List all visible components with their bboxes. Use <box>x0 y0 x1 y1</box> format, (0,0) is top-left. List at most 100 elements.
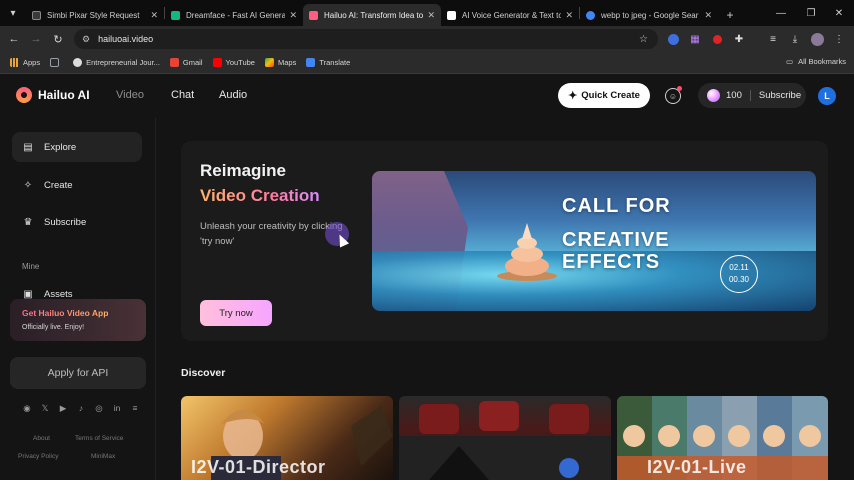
sidebar-item-label: Assets <box>44 288 73 300</box>
quick-create-button[interactable]: ✦ Quick Create <box>558 83 650 108</box>
app-header: Hailuo AI Video Chat Audio ✦ Quick Creat… <box>0 74 854 118</box>
youtube-icon[interactable]: ▶ <box>54 403 72 414</box>
tab-favicon <box>171 10 180 20</box>
extension-icon[interactable] <box>664 30 682 48</box>
close-window-icon[interactable]: ✕ <box>824 0 854 26</box>
discord-icon[interactable]: ◉ <box>18 403 36 414</box>
get-app-promo[interactable]: Get Hailuo Video App Officially live. En… <box>10 299 146 341</box>
social-links: ◉ 𝕏 ▶ ♪ ◎ in ≡ <box>18 403 144 414</box>
extensions-puzzle-icon[interactable]: ✚ <box>730 30 748 48</box>
new-tab-button[interactable]: + <box>718 4 742 26</box>
more-icon[interactable]: ≡ <box>126 403 144 414</box>
all-bookmarks[interactable]: ▭ All Bookmarks <box>786 57 846 66</box>
discover-heading: Discover <box>181 367 226 379</box>
download-icon[interactable]: ⤓ <box>786 30 804 48</box>
browser-tab-active[interactable]: Hailuo AI: Transform Idea to ✕ <box>303 4 441 26</box>
restore-icon[interactable]: ❐ <box>796 0 826 26</box>
close-tab-icon[interactable]: ✕ <box>565 10 573 21</box>
all-bookmarks-label: All Bookmarks <box>798 57 846 66</box>
nav-chat[interactable]: Chat <box>171 89 194 101</box>
address-bar[interactable]: ⚙ hailuoai.video ☆ <box>74 29 658 49</box>
brand-logo[interactable]: Hailuo AI <box>16 87 90 103</box>
tab-favicon <box>447 10 456 20</box>
discover-card[interactable]: I2V-01-Director <box>181 396 393 480</box>
sidebar: ▤ Explore ✧ Create ♛ Subscribe Mine ▣ As… <box>0 118 156 480</box>
bookmark-grid[interactable] <box>50 58 63 67</box>
brand-name: Hailuo AI <box>38 88 90 102</box>
site-info-icon[interactable]: ⚙ <box>82 34 90 45</box>
folder-icon: ▭ <box>785 57 794 66</box>
footer-minimax[interactable]: MiniMax <box>91 453 115 460</box>
quick-create-label: Quick Create <box>581 90 640 101</box>
card-label: I2V-01-Live <box>647 457 747 477</box>
globe-icon <box>73 58 83 67</box>
sidebar-item-create[interactable]: ✧ Create <box>12 170 142 200</box>
back-arrow-icon[interactable]: ← <box>3 28 25 50</box>
discover-card[interactable]: I2V-01-Live <box>617 396 828 480</box>
reload-icon[interactable]: ↻ <box>47 28 69 50</box>
extension-icon[interactable]: ▦ <box>686 30 704 48</box>
nav-audio[interactable]: Audio <box>219 89 247 101</box>
media-control-icon[interactable]: ≡ <box>764 30 782 48</box>
hero-title: Reimagine <box>200 161 286 180</box>
banner-text-line3: EFFECTS <box>562 251 661 273</box>
credits-subscribe-pill[interactable]: 100 Subscribe <box>698 83 806 108</box>
subscribe-link[interactable]: Subscribe <box>759 90 801 101</box>
close-tab-icon[interactable]: ✕ <box>427 10 435 21</box>
browser-tab[interactable]: webp to jpeg - Google Sear ✕ <box>580 4 718 26</box>
browser-menu-icon[interactable]: ⋮ <box>830 30 848 48</box>
close-tab-icon[interactable]: ✕ <box>704 10 712 21</box>
record-extension-icon[interactable] <box>708 30 726 48</box>
url-text: hailuoai.video <box>98 34 154 44</box>
bookmark-gmail[interactable]: Gmail <box>169 58 203 67</box>
instagram-icon[interactable]: ◎ <box>90 403 108 414</box>
browser-tab[interactable]: Simbi Pixar Style Request ✕ <box>26 4 164 26</box>
gmail-icon <box>169 58 179 67</box>
linkedin-icon[interactable]: in <box>108 403 126 414</box>
bookmark-maps[interactable]: Maps <box>264 58 296 67</box>
footer-about[interactable]: About <box>33 435 50 442</box>
minimize-icon[interactable]: — <box>766 0 796 26</box>
bookmarks-bar: Apps Entrepreneurial Jour... Gmail YouTu… <box>0 52 854 74</box>
close-tab-icon[interactable]: ✕ <box>289 10 297 21</box>
notification-badge <box>677 86 682 91</box>
user-avatar[interactable]: L <box>818 87 836 105</box>
discover-card[interactable] <box>399 396 611 480</box>
tab-title: Simbi Pixar Style Request <box>47 10 140 20</box>
sidebar-item-label: Explore <box>44 141 77 153</box>
bookmark-star-icon[interactable]: ☆ <box>639 34 648 45</box>
footer-terms[interactable]: Terms of Service <box>75 435 123 442</box>
section-mine-label: Mine <box>22 262 40 271</box>
tab-search-icon[interactable]: ▾ <box>0 0 26 26</box>
subscribe-icon: ♛ <box>23 216 33 228</box>
bookmark-translate[interactable]: Translate <box>306 58 350 67</box>
apply-api-button[interactable]: Apply for API <box>10 357 146 389</box>
bookmark-apps[interactable]: Apps <box>10 58 40 67</box>
promo-title: Get Hailuo Video App <box>22 308 109 318</box>
bookmark-label: YouTube <box>225 58 255 67</box>
sidebar-item-explore[interactable]: ▤ Explore <box>12 132 142 162</box>
maps-icon <box>264 58 274 67</box>
banner-text-line1: CALL FOR <box>562 195 671 217</box>
browser-tab[interactable]: Dreamface - Fast AI Generati ✕ <box>165 4 303 26</box>
creative-effects-banner[interactable]: CALL FOR CREATIVE EFFECTS 02.11 00.30 <box>372 171 816 311</box>
credit-count: 100 <box>726 90 742 101</box>
bookmark-youtube[interactable]: YouTube <box>212 58 255 67</box>
forward-arrow-icon[interactable]: → <box>25 28 47 50</box>
tiktok-icon[interactable]: ♪ <box>72 403 90 414</box>
footer-privacy[interactable]: Privacy Policy <box>18 453 58 460</box>
sidebar-item-subscribe[interactable]: ♛ Subscribe <box>12 207 142 237</box>
apps-grid-icon <box>10 58 19 67</box>
close-tab-icon[interactable]: ✕ <box>150 10 158 21</box>
tab-title: webp to jpeg - Google Sear <box>601 10 699 20</box>
try-now-button[interactable]: Try now <box>200 300 272 326</box>
tab-title: Dreamface - Fast AI Generati <box>186 10 286 20</box>
nav-video[interactable]: Video <box>116 89 144 101</box>
browser-tab[interactable]: AI Voice Generator & Text to ✕ <box>441 4 579 26</box>
bookmark-label: Entrepreneurial Jour... <box>86 58 160 67</box>
profile-avatar-icon[interactable] <box>808 30 826 48</box>
hailuo-logo-icon <box>16 87 32 103</box>
x-icon[interactable]: 𝕏 <box>36 403 54 414</box>
promo-subtitle: Officially live. Enjoy! <box>22 324 85 331</box>
bookmark-entrepreneurial[interactable]: Entrepreneurial Jour... <box>73 58 160 67</box>
